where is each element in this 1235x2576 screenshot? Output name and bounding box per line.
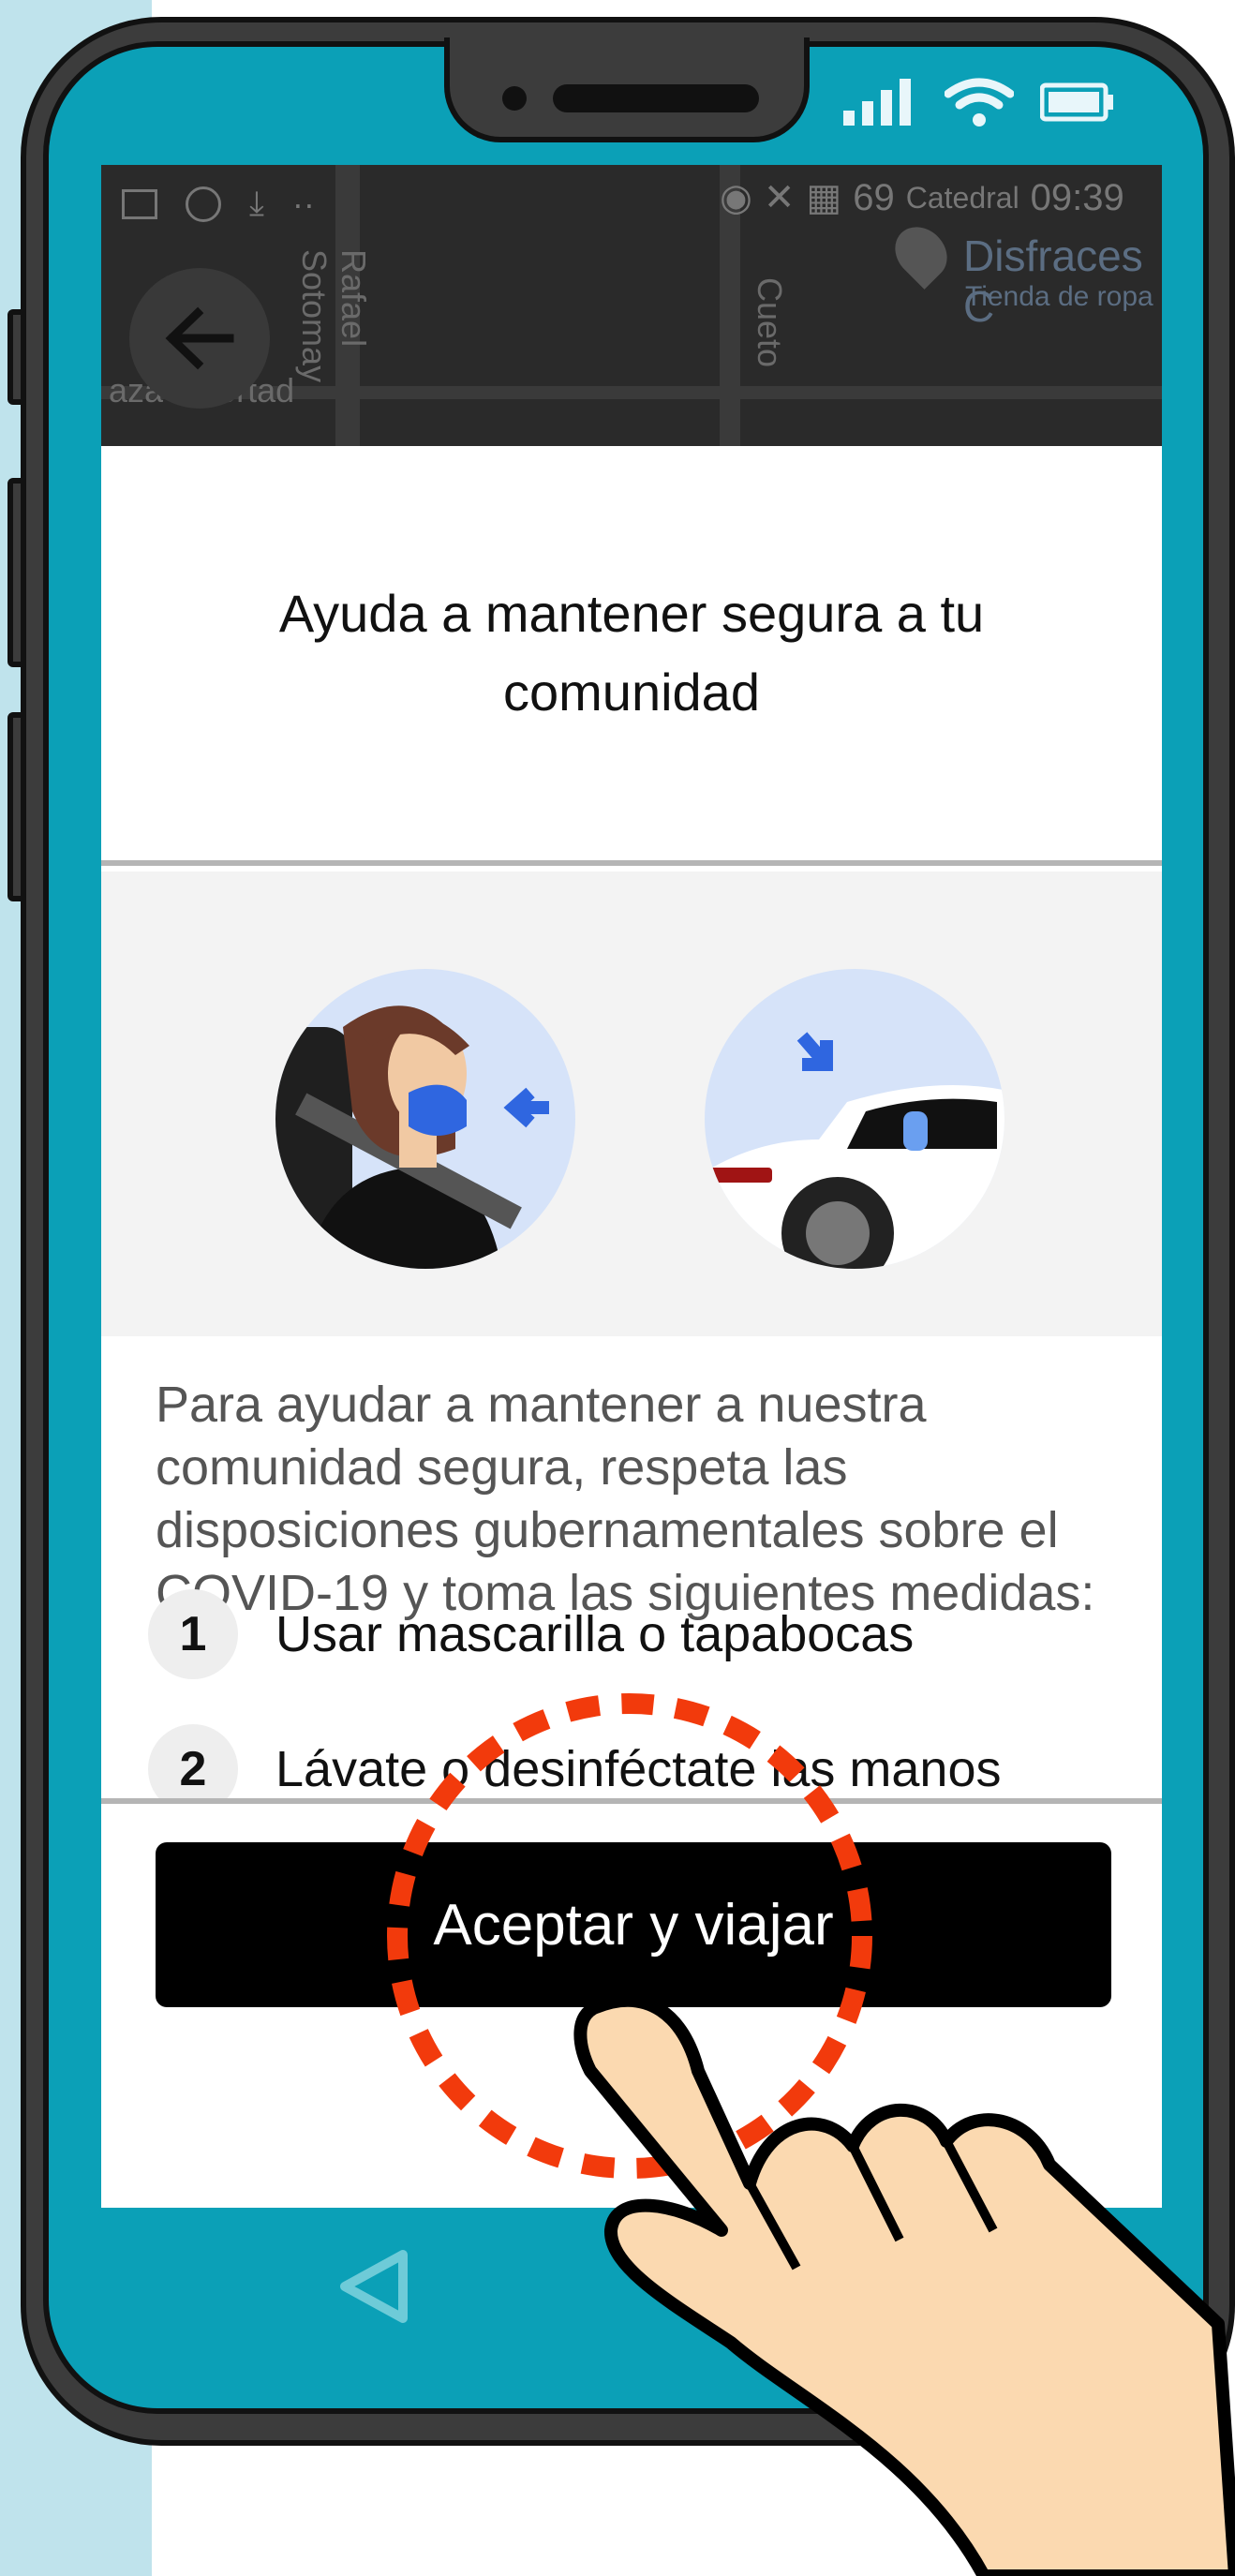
status-icons [843,77,1115,127]
battery-level: 69 [853,176,895,218]
phone-status-bar: ⤓ ·· [122,184,315,224]
car-window-illustration [705,969,1004,1269]
phone-screen: ⤓ ·· ◉ ✕ ▦ 69 Catedral 09:39 Rafael Sotoma… [101,165,1162,2208]
arrow-left-icon [165,306,234,370]
phone-status-right: ◉ ✕ ▦ 69 Catedral 09:39 [720,176,1124,219]
earpiece-speaker [553,84,759,112]
wifi-icon [945,78,1014,127]
place-category: Tienda de ropa [965,281,1153,312]
step-label-1: Usar mascarilla o tapabocas [275,1606,915,1662]
illustration-panel [101,871,1162,1336]
triangle-back-icon[interactable] [337,2249,409,2324]
street-label-rafael: Rafael Sotomay [295,249,373,383]
list-item: 1 Usar mascarilla o tapabocas [148,1589,914,1679]
mask-passenger-illustration [275,969,575,1269]
back-button[interactable] [129,268,270,409]
map-pin-icon [885,216,958,290]
carrier-label: Catedral [905,180,1019,215]
dialog-title: Ayuda a mantener segura a tu comunidad [278,584,985,722]
step-number-1: 1 [148,1589,238,1679]
battery-icon [1040,82,1113,122]
map-background: ⤓ ·· ◉ ✕ ▦ 69 Catedral 09:39 Rafael Sotoma… [101,165,1162,446]
front-camera [502,86,527,111]
dialog-header: Ayuda a mantener segura a tu comunidad [101,446,1162,866]
step-label-2: Lávate o desinféctate las manos [275,1741,1002,1797]
accept-and-ride-button[interactable]: Aceptar y viajar [156,1842,1111,2007]
clock: 09:39 [1030,176,1124,218]
street-label-cueto: Cueto [751,277,789,368]
dialog-body: Para ayudar a mantener a nuestra comunid… [156,1377,1095,1621]
signal-icon [843,79,911,126]
